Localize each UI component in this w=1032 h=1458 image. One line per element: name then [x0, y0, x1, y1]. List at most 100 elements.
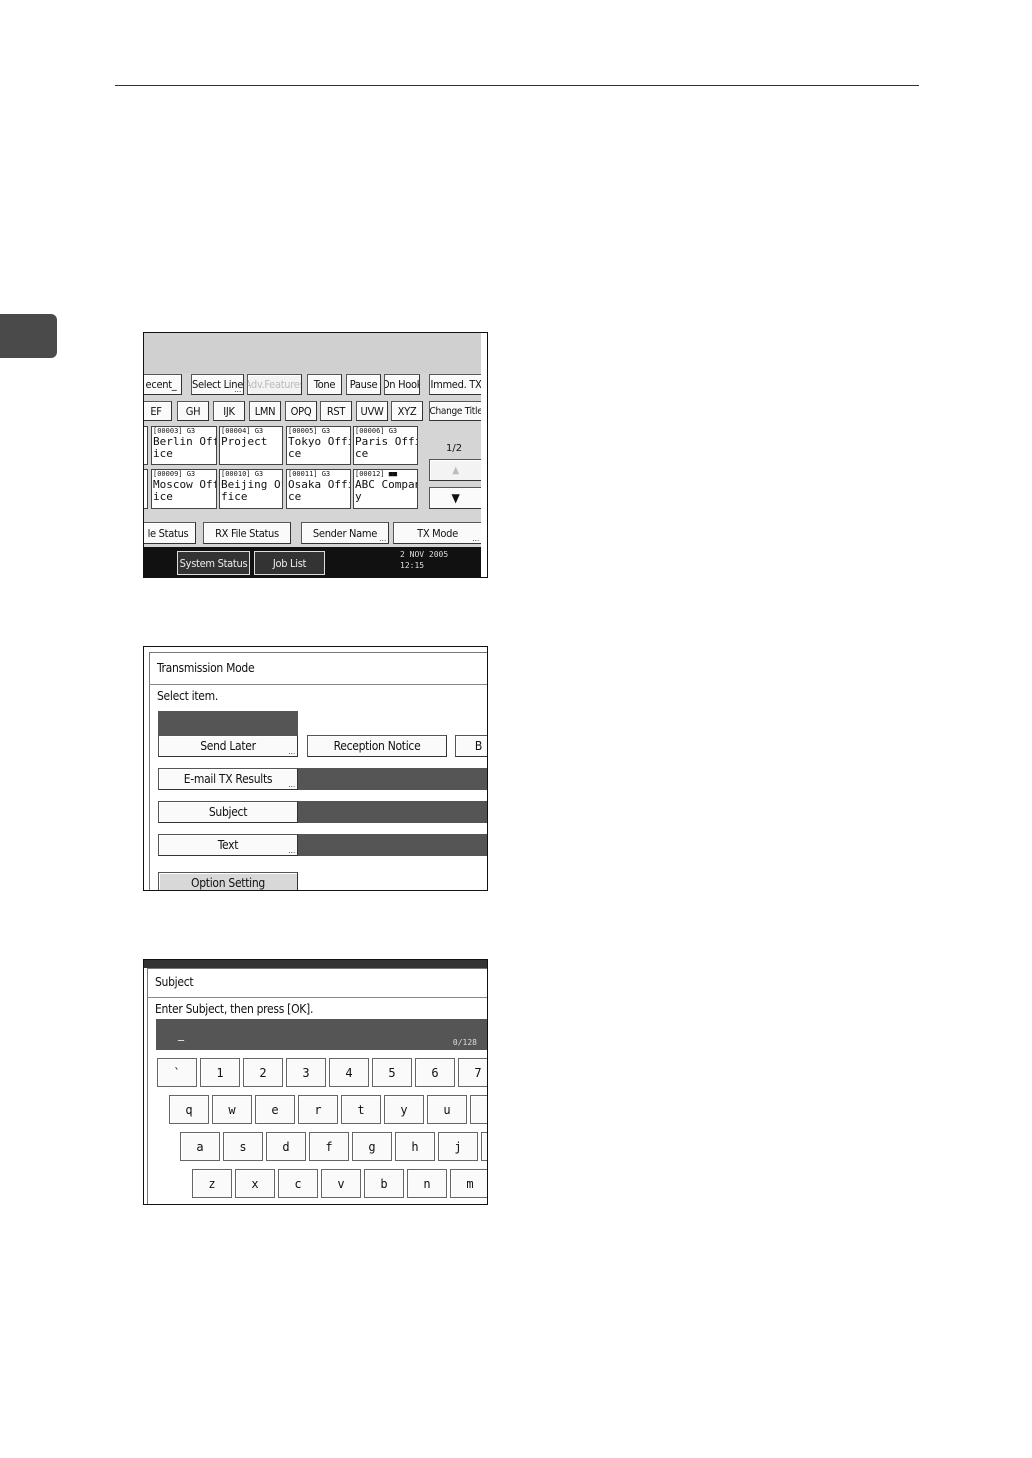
key-u[interactable]: u — [427, 1095, 467, 1124]
key-s[interactable]: s — [223, 1132, 263, 1161]
recent-button[interactable]: ecent_ — [144, 374, 182, 395]
header-bar — [144, 333, 487, 373]
key-t[interactable]: t — [341, 1095, 381, 1124]
arrow-up-icon: ▲ — [452, 464, 459, 476]
key-partial[interactable] — [470, 1095, 487, 1124]
key-v[interactable]: v — [321, 1169, 361, 1198]
destination-partial[interactable] — [144, 426, 148, 465]
scroll-down-button[interactable]: ▼ — [429, 487, 482, 509]
text-value — [298, 834, 487, 856]
key-7[interactable]: 7 — [458, 1058, 487, 1087]
text-label: Text — [217, 838, 239, 852]
tab-ef[interactable]: EF — [144, 401, 172, 421]
key-q[interactable]: q — [169, 1095, 209, 1124]
text-cursor: _ — [178, 1027, 184, 1041]
tab-uvw[interactable]: UVW — [356, 401, 388, 421]
text-button[interactable]: Text … — [158, 834, 298, 856]
sender-name-button[interactable]: Sender Name… — [301, 522, 389, 544]
key-h[interactable]: h — [395, 1132, 435, 1161]
destination-paris-office[interactable]: [00006] G3 Paris Offi ce — [353, 426, 418, 465]
key-backtick[interactable]: ` — [157, 1058, 197, 1087]
key-e[interactable]: e — [255, 1095, 295, 1124]
key-partial[interactable] — [481, 1132, 487, 1161]
tab-rst[interactable]: RST — [320, 401, 352, 421]
tab-lmn[interactable]: LMN — [249, 401, 281, 421]
destination-name: Project — [221, 435, 268, 448]
key-y[interactable]: y — [384, 1095, 424, 1124]
adv-features-button: Adv.Features — [247, 374, 302, 395]
destination-name-cont: ce — [355, 447, 369, 460]
destination-berlin-office[interactable]: [00003] G3 Berlin Off ice — [151, 426, 217, 465]
key-1[interactable]: 1 — [200, 1058, 240, 1087]
system-status-button[interactable]: System Status — [177, 551, 250, 575]
key-2[interactable]: 2 — [243, 1058, 283, 1087]
subject-entry-screen: Subject Enter Subject, then press [OK]. … — [143, 959, 488, 1205]
status-bar: System Status Job List 2 NOV 2005 12:15 — [144, 547, 487, 577]
email-tx-results-button[interactable]: E-mail TX Results… — [158, 768, 298, 790]
more-indicator: … — [288, 747, 295, 756]
subject-input[interactable]: _ 0/128 — [156, 1019, 487, 1050]
destination-partial[interactable] — [144, 469, 148, 509]
tx-mode-label: TX Mode — [417, 526, 458, 540]
partial-option-button[interactable]: B — [455, 735, 487, 757]
more-indicator: … — [288, 846, 295, 855]
destination-name-cont: ice — [153, 490, 173, 503]
more-indicator: … — [472, 534, 479, 543]
destination-name-cont: ce — [288, 490, 302, 503]
title-divider — [149, 684, 487, 685]
key-5[interactable]: 5 — [372, 1058, 412, 1087]
key-b[interactable]: b — [364, 1169, 404, 1198]
key-w[interactable]: w — [212, 1095, 252, 1124]
destination-name-cont: ice — [153, 447, 173, 460]
on-hook-button[interactable]: On Hook — [384, 374, 420, 395]
destination-beijing-office[interactable]: [00010] G3 Beijing Of fice — [219, 469, 283, 509]
rx-file-status-button[interactable]: RX File Status — [203, 522, 291, 544]
tone-button[interactable]: Tone — [307, 374, 342, 395]
dialog-title: Subject — [155, 975, 194, 989]
destination-tokyo-office[interactable]: [00005] G3 Tokyo Offi ce — [286, 426, 351, 465]
more-indicator: … — [288, 780, 295, 789]
job-list-button[interactable]: Job List — [254, 551, 325, 575]
key-g[interactable]: g — [352, 1132, 392, 1161]
fax-main-screen: ecent_ Select Line… Adv.Features Tone Pa… — [143, 332, 488, 578]
option-setting-button[interactable]: Option Setting — [158, 872, 298, 890]
tx-file-status-button[interactable]: le Status — [144, 522, 196, 544]
key-6[interactable]: 6 — [415, 1058, 455, 1087]
key-m[interactable]: m — [450, 1169, 487, 1198]
send-later-button[interactable]: Send Later… — [158, 735, 298, 757]
immed-tx-button[interactable]: Immed. TX — [429, 374, 483, 395]
tx-mode-button[interactable]: TX Mode … — [393, 522, 482, 544]
dialog-prompt: Select item. — [157, 689, 218, 703]
destination-name: ABC Compan — [355, 478, 418, 491]
select-line-button[interactable]: Select Line… — [191, 374, 244, 395]
key-r[interactable]: r — [298, 1095, 338, 1124]
destination-abc-company[interactable]: [00012] ■■ ABC Compan y — [353, 469, 418, 509]
reception-notice-button[interactable]: Reception Notice — [307, 735, 447, 757]
tab-ijk[interactable]: IJK — [213, 401, 245, 421]
destination-name-cont: fice — [221, 490, 248, 503]
key-4[interactable]: 4 — [329, 1058, 369, 1087]
tab-xyz[interactable]: XYZ — [391, 401, 423, 421]
more-indicator: … — [379, 534, 386, 543]
pause-button[interactable]: Pause — [346, 374, 381, 395]
destination-osaka-office[interactable]: [00011] G3 Osaka Offi ce — [286, 469, 351, 509]
destination-moscow-office[interactable]: [00009] G3 Moscow Off ice — [151, 469, 217, 509]
key-f[interactable]: f — [309, 1132, 349, 1161]
key-n[interactable]: n — [407, 1169, 447, 1198]
key-z[interactable]: z — [192, 1169, 232, 1198]
destination-name-cont: ce — [288, 447, 302, 460]
subject-value — [298, 801, 487, 823]
tab-opq[interactable]: OPQ — [285, 401, 317, 421]
sender-name-label: Sender Name — [312, 526, 378, 540]
destination-project[interactable]: [00004] G3 Project — [219, 426, 283, 465]
key-3[interactable]: 3 — [286, 1058, 326, 1087]
key-d[interactable]: d — [266, 1132, 306, 1161]
key-c[interactable]: c — [278, 1169, 318, 1198]
subject-button[interactable]: Subject — [158, 801, 298, 823]
date-display: 2 NOV 2005 — [400, 550, 449, 559]
key-a[interactable]: a — [180, 1132, 220, 1161]
key-x[interactable]: x — [235, 1169, 275, 1198]
change-title-button[interactable]: Change Title — [429, 401, 483, 421]
key-j[interactable]: j — [438, 1132, 478, 1161]
tab-gh[interactable]: GH — [177, 401, 209, 421]
